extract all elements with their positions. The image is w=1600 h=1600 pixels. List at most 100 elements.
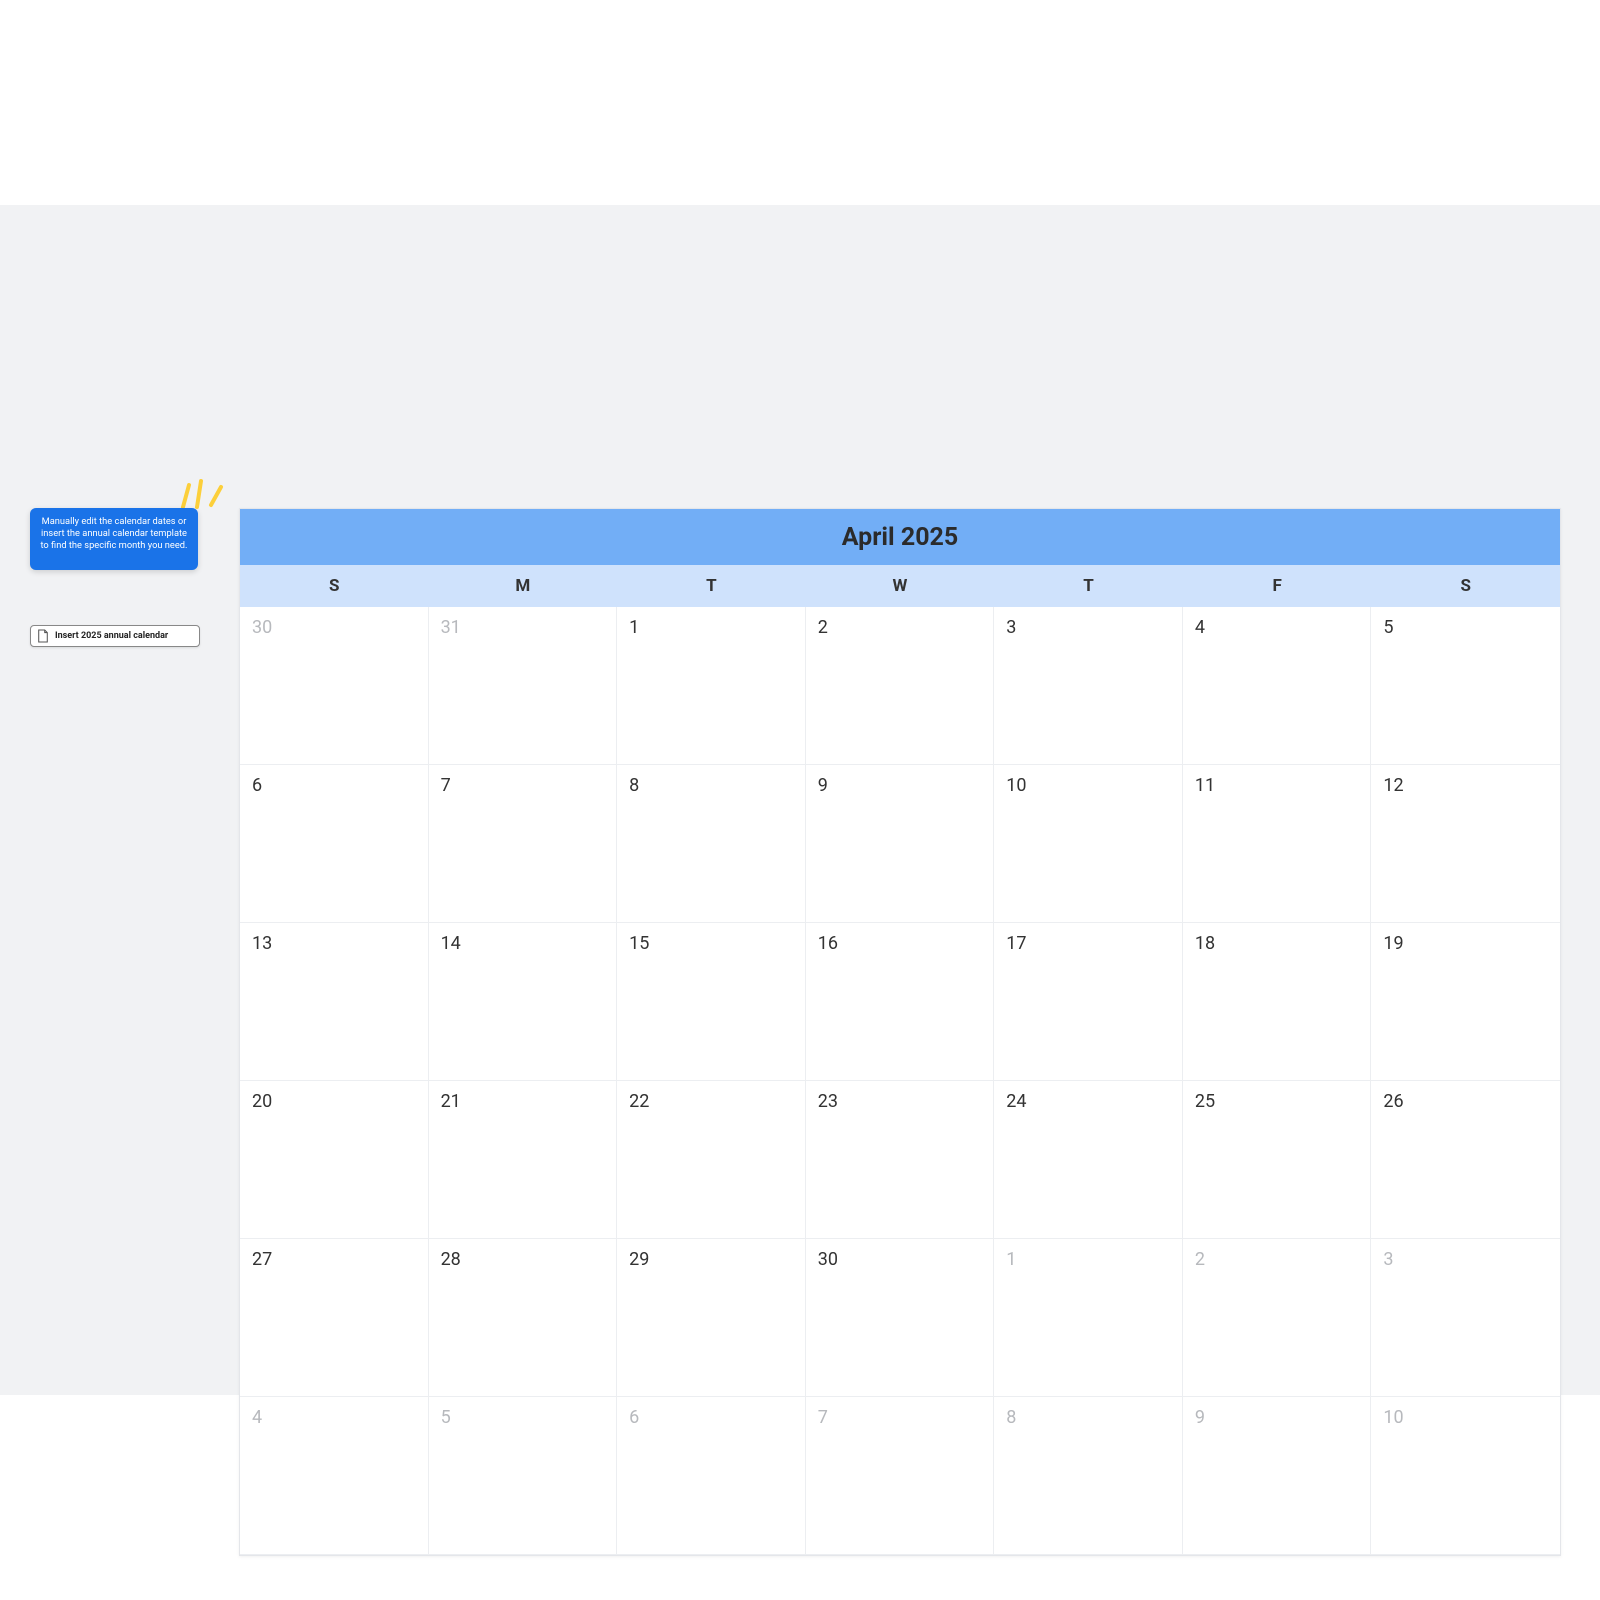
dow-header: S [240,565,429,607]
calendar-cell[interactable]: 17 [994,923,1183,1081]
calendar-cell[interactable]: 7 [429,765,618,923]
calendar-cell-number: 8 [629,775,639,796]
dow-header: S [1371,565,1560,607]
calendar-cell-number: 30 [818,1249,838,1270]
file-icon [37,629,49,643]
calendar-cell[interactable]: 30 [806,1239,995,1397]
calendar-cell-number: 24 [1006,1091,1026,1112]
calendar-cell-number: 28 [441,1249,461,1270]
calendar-cell[interactable]: 19 [1371,923,1560,1081]
calendar-cell-number: 7 [441,775,451,796]
calendar-cell[interactable]: 29 [617,1239,806,1397]
calendar-cell-number: 5 [441,1407,451,1428]
calendar-cell[interactable]: 5 [1371,607,1560,765]
calendar-title[interactable]: April 2025 [240,509,1560,565]
calendar-cell-number: 22 [629,1091,649,1112]
calendar-cell[interactable]: 20 [240,1081,429,1239]
calendar-cell[interactable]: 27 [240,1239,429,1397]
calendar-cell[interactable]: 8 [617,765,806,923]
calendar-cell-number: 18 [1195,933,1215,954]
calendar-cell[interactable]: 3 [994,607,1183,765]
calendar-cell[interactable]: 31 [429,607,618,765]
tip-note-text: Manually edit the calendar dates or inse… [40,516,187,551]
calendar-cell-number: 12 [1383,775,1403,796]
calendar-cell[interactable]: 18 [1183,923,1372,1081]
calendar-cell-number: 26 [1383,1091,1403,1112]
calendar-cell-number: 21 [441,1091,461,1112]
calendar-cell-number: 14 [441,933,461,954]
calendar-cell-number: 10 [1006,775,1026,796]
calendar-cell-number: 4 [1195,617,1205,638]
calendar-cell-number: 6 [629,1407,639,1428]
calendar-cell-number: 5 [1383,617,1393,638]
calendar-cell-number: 9 [1195,1407,1205,1428]
calendar-cell[interactable]: 30 [240,607,429,765]
calendar-cell-number: 6 [252,775,262,796]
calendar-cell-number: 2 [818,617,828,638]
calendar-cell[interactable]: 9 [1183,1397,1372,1555]
calendar-cell-number: 20 [252,1091,272,1112]
highlight-strokes-icon [177,473,227,513]
dow-header: M [429,565,618,607]
calendar-cell-number: 30 [252,617,272,638]
dow-header: W [806,565,995,607]
dow-header: T [994,565,1183,607]
calendar-cell[interactable]: 6 [240,765,429,923]
calendar-cell[interactable]: 11 [1183,765,1372,923]
calendar-cell[interactable]: 4 [1183,607,1372,765]
calendar-cell[interactable]: 4 [240,1397,429,1555]
calendar-cell-number: 4 [252,1407,262,1428]
calendar-title-text: April 2025 [842,523,958,552]
calendar: April 2025 S M T W T F S 303112345678910… [239,508,1561,1556]
calendar-cell-number: 15 [629,933,649,954]
calendar-cell-number: 8 [1006,1407,1016,1428]
calendar-cell[interactable]: 3 [1371,1239,1560,1397]
dow-header: T [617,565,806,607]
calendar-cell[interactable]: 25 [1183,1081,1372,1239]
tip-note: Manually edit the calendar dates or inse… [30,508,198,570]
calendar-cell[interactable]: 21 [429,1081,618,1239]
calendar-cell[interactable]: 7 [806,1397,995,1555]
calendar-cell-number: 3 [1006,617,1016,638]
calendar-cell-number: 27 [252,1249,272,1270]
canvas-board[interactable]: Manually edit the calendar dates or inse… [0,205,1600,1395]
calendar-cell-number: 19 [1383,933,1403,954]
calendar-cell[interactable]: 14 [429,923,618,1081]
calendar-cell[interactable]: 26 [1371,1081,1560,1239]
calendar-cell[interactable]: 28 [429,1239,618,1397]
calendar-cell[interactable]: 2 [1183,1239,1372,1397]
calendar-cell[interactable]: 16 [806,923,995,1081]
calendar-grid: 3031123456789101112131415161718192021222… [240,607,1560,1555]
calendar-cell[interactable]: 10 [994,765,1183,923]
calendar-cell-number: 1 [1006,1249,1016,1270]
calendar-cell[interactable]: 23 [806,1081,995,1239]
calendar-cell[interactable]: 15 [617,923,806,1081]
calendar-cell[interactable]: 8 [994,1397,1183,1555]
calendar-cell-number: 17 [1006,933,1026,954]
calendar-cell-number: 1 [629,617,639,638]
calendar-cell-number: 11 [1195,775,1215,796]
calendar-cell[interactable]: 24 [994,1081,1183,1239]
calendar-cell-number: 29 [629,1249,649,1270]
calendar-cell[interactable]: 1 [994,1239,1183,1397]
calendar-cell-number: 23 [818,1091,838,1112]
calendar-cell[interactable]: 22 [617,1081,806,1239]
calendar-cell-number: 3 [1383,1249,1393,1270]
calendar-cell-number: 25 [1195,1091,1215,1112]
calendar-cell[interactable]: 6 [617,1397,806,1555]
calendar-cell[interactable]: 1 [617,607,806,765]
calendar-cell[interactable]: 5 [429,1397,618,1555]
calendar-cell[interactable]: 10 [1371,1397,1560,1555]
calendar-cell[interactable]: 13 [240,923,429,1081]
calendar-cell-number: 10 [1383,1407,1403,1428]
calendar-cell-number: 2 [1195,1249,1205,1270]
insert-button-label: Insert 2025 annual calendar [55,631,168,641]
insert-annual-calendar-button[interactable]: Insert 2025 annual calendar [30,625,200,647]
calendar-cell-number: 13 [252,933,272,954]
calendar-cell[interactable]: 9 [806,765,995,923]
calendar-cell-number: 7 [818,1407,828,1428]
calendar-cell-number: 16 [818,933,838,954]
calendar-cell-number: 31 [441,617,461,638]
calendar-cell[interactable]: 2 [806,607,995,765]
calendar-cell[interactable]: 12 [1371,765,1560,923]
